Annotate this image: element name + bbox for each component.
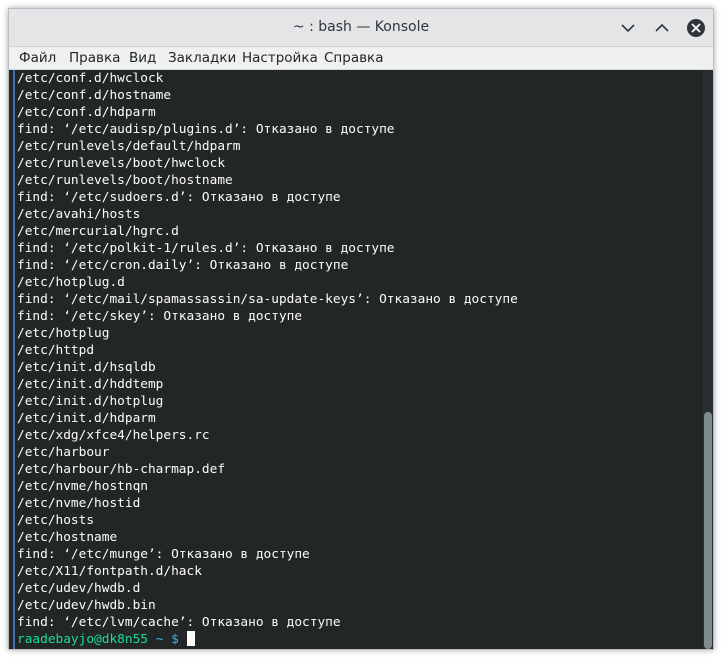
chevron-down-icon (621, 24, 635, 33)
terminal-line: find: ‘/etc/cron.daily’: Отказано в дост… (17, 258, 349, 273)
terminal-line: find: ‘/etc/mail/spamassassin/sa-update-… (17, 292, 518, 307)
terminal-line: /etc/init.d/hsqldb (17, 360, 156, 375)
menu-bookmarks[interactable]: Закладки (168, 50, 236, 66)
terminal-line: /etc/httpd (17, 343, 95, 358)
prompt-line[interactable]: raadebayjo@dk8n55 ~ $ (17, 631, 701, 648)
terminal-line: find: ‘/etc/audisp/plugins.d’: Отказано … (17, 122, 395, 137)
window-title: ~ : bash — Konsole (292, 19, 430, 35)
terminal-line: /etc/init.d/hddtemp (17, 377, 164, 392)
terminal-line: /etc/conf.d/hostname (17, 88, 172, 103)
terminal-line: /etc/runlevels/default/hdparm (17, 139, 241, 154)
konsole-window: ~ : bash — Konsole Файл Правка Вид Закла… (8, 8, 714, 650)
terminal-line: /etc/xdg/xfce4/helpers.rc (17, 428, 210, 443)
terminal-lines: /etc/conf.d/hwclock/etc/conf.d/hostname /… (17, 70, 701, 631)
menu-bar: Файл Правка Вид Закладки Настройка Справ… (9, 47, 713, 70)
terminal-line: /etc/mercurial/hgrc.d (17, 224, 179, 239)
terminal-line: find: ‘/etc/lvm/cache’: Отказано в досту… (17, 615, 341, 630)
title-bar[interactable]: ~ : bash — Konsole (9, 9, 713, 47)
prompt-path: ~ (155, 632, 164, 647)
terminal-line: /etc/runlevels/boot/hwclock (17, 156, 226, 171)
terminal-output[interactable]: /etc/conf.d/hwclock/etc/conf.d/hostname /… (13, 70, 701, 649)
terminal-line: /etc/hotplug.d (17, 275, 125, 290)
close-button[interactable] (686, 18, 706, 38)
scrollbar-thumb[interactable] (704, 412, 712, 649)
menu-settings[interactable]: Настройка (242, 50, 318, 66)
menu-edit[interactable]: Правка (69, 50, 120, 66)
terminal-line: find: ‘/etc/munge’: Отказано в доступе (17, 547, 310, 562)
terminal-line: /etc/init.d/hotplug (17, 394, 164, 409)
terminal-line: /etc/harbour (17, 445, 110, 460)
terminal-line: /etc/conf.d/hdparm (17, 105, 156, 120)
text-cursor (186, 631, 195, 646)
prompt-user-host: raadebayjo@dk8n55 (17, 632, 148, 647)
terminal-line: /etc/nvme/hostid (17, 496, 141, 511)
terminal-line: /etc/runlevels/boot/hostname (17, 173, 233, 188)
terminal-line: find: ‘/etc/sudoers.d’: Отказано в досту… (17, 190, 341, 205)
terminal-line: /etc/udev/hwdb.d (17, 581, 141, 596)
terminal-line: /etc/hotplug (17, 326, 110, 341)
menu-file[interactable]: Файл (19, 50, 56, 66)
terminal-line: /etc/conf.d/hwclock (17, 71, 164, 86)
terminal-line: find: ‘/etc/skey’: Отказано в доступе (17, 309, 303, 324)
terminal-line: /etc/hostname (17, 530, 118, 545)
terminal-line: find: ‘/etc/polkit-1/rules.d’: Отказано … (17, 241, 395, 256)
terminal-line: /etc/nvme/hostnqn (17, 479, 148, 494)
close-icon (687, 19, 705, 37)
menu-help[interactable]: Справка (324, 50, 383, 66)
menu-view[interactable]: Вид (129, 50, 156, 66)
terminal-line: /etc/init.d/hdparm (17, 411, 156, 426)
maximize-button[interactable] (652, 18, 672, 38)
terminal-line: /etc/avahi/hosts (17, 207, 141, 222)
terminal-line: /etc/X11/fontpath.d/hack (17, 564, 202, 579)
prompt-symbol: $ (171, 632, 179, 647)
terminal-line: /etc/hosts (17, 513, 95, 528)
minimize-button[interactable] (618, 18, 638, 38)
chevron-up-icon (655, 23, 669, 32)
terminal-line: /etc/udev/hwdb.bin (17, 598, 156, 613)
vertical-scrollbar[interactable] (703, 70, 713, 649)
terminal-line: /etc/harbour/hb-charmap.def (17, 462, 226, 477)
